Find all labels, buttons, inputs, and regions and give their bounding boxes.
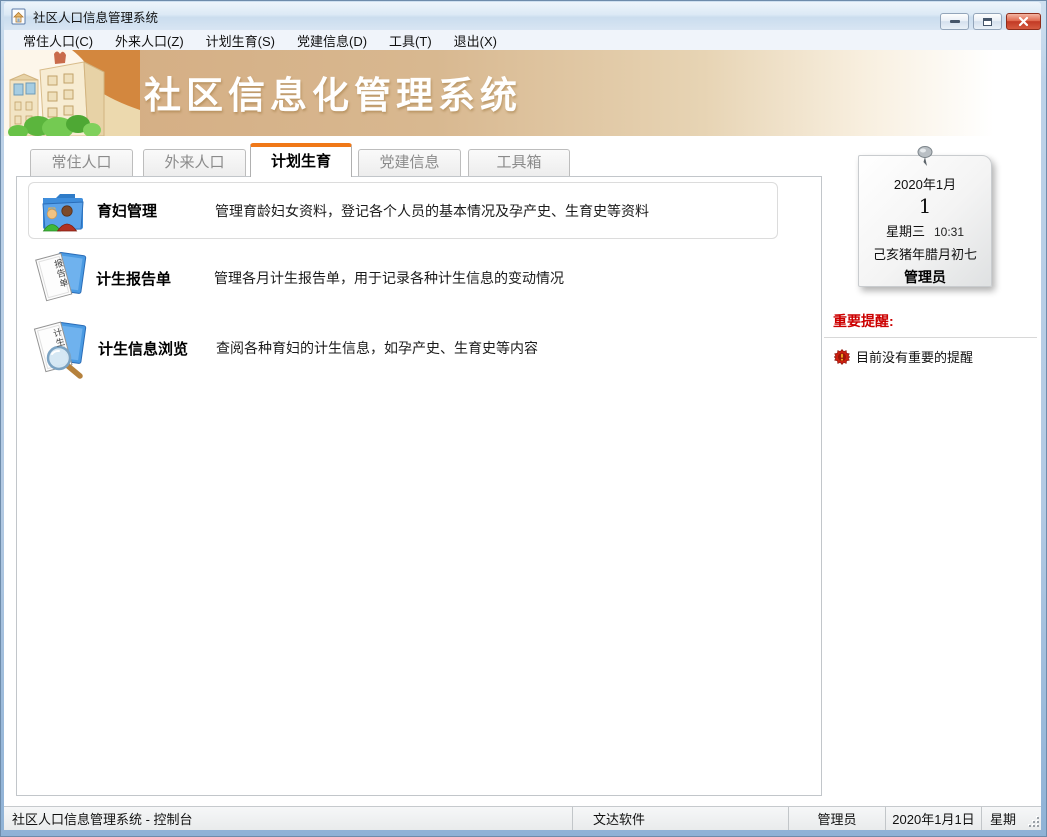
close-icon [1018, 16, 1029, 27]
status-segment-user: 管理员 [788, 807, 885, 830]
tab-resident[interactable]: 常住人口 [30, 149, 133, 176]
maximize-icon [983, 18, 992, 26]
women-folder-icon [37, 185, 89, 237]
feature-row-women-management[interactable]: 育妇管理 管理育龄妇女资料，登记各个人员的基本情况及孕产史、生育史等资料 [28, 182, 778, 239]
feature-row-report-sheets[interactable]: 报告单 计生报告单 管理各月计生报告单，用于记录各种计生信息的变动情况 [20, 247, 780, 309]
resize-grip[interactable] [1027, 815, 1039, 827]
status-segment-vendor: 文达软件 [572, 807, 788, 830]
window-title: 社区人口信息管理系统 [33, 7, 158, 26]
feature-title: 计生报告单 [96, 268, 214, 289]
status-segment-console: 社区人口信息管理系统 - 控制台 [4, 807, 572, 830]
banner: 社区信息化管理系统 [4, 50, 1041, 136]
feature-title: 计生信息浏览 [98, 338, 216, 359]
calendar-user: 管理员 [859, 267, 991, 287]
feature-description: 查阅各种育妇的计生信息，如孕产史、生育史等内容 [216, 338, 778, 358]
feature-description: 管理育龄妇女资料，登记各个人员的基本情况及孕产史、生育史等资料 [215, 201, 777, 221]
tab-party[interactable]: 党建信息 [358, 149, 461, 176]
minimize-icon [950, 20, 960, 23]
menu-item-tools[interactable]: 工具(T) [378, 31, 443, 50]
menu-item-resident[interactable]: 常住人口(C) [12, 31, 104, 50]
close-button[interactable] [1006, 13, 1041, 30]
app-window: 社区人口信息管理系统 常住人口(C) 外来人口(Z) 计划生育(S) 党建信息(… [0, 0, 1047, 837]
status-segment-date: 2020年1月1日 [885, 807, 981, 830]
report-sheet-icon: 报告单 [32, 248, 88, 308]
tab-family-planning[interactable]: 计划生育 [250, 143, 352, 177]
calendar-note: 2020年1月 1 星期三 10:31 己亥猪年腊月初七 管理员 [858, 155, 992, 287]
calendar-time: 10:31 [934, 225, 964, 239]
tab-migrant[interactable]: 外来人口 [143, 149, 246, 176]
main-panel: 育妇管理 管理育龄妇女资料，登记各个人员的基本情况及孕产史、生育史等资料 [16, 176, 822, 796]
tab-toolbox[interactable]: 工具箱 [468, 149, 570, 176]
sidebar: 2020年1月 1 星期三 10:31 己亥猪年腊月初七 管理员 重要提醒: 目前… [822, 143, 1041, 793]
menu-item-migrant[interactable]: 外来人口(Z) [104, 31, 195, 50]
feature-description: 管理各月计生报告单，用于记录各种计生信息的变动情况 [214, 268, 780, 288]
app-icon [10, 8, 27, 25]
menu-item-family-planning[interactable]: 计划生育(S) [195, 31, 286, 50]
calendar-lunar-date: 己亥猪年腊月初七 [859, 244, 991, 263]
menu-item-exit[interactable]: 退出(X) [443, 31, 508, 50]
menu-bar: 常住人口(C) 外来人口(Z) 计划生育(S) 党建信息(D) 工具(T) 退出… [4, 30, 1041, 50]
title-bar: 社区人口信息管理系统 [4, 2, 1041, 30]
calendar-weekday-time: 星期三 10:31 [859, 221, 991, 240]
status-bar: 社区人口信息管理系统 - 控制台 文达软件 管理员 2020年1月1日 星期 [4, 806, 1041, 830]
maximize-button[interactable] [973, 13, 1002, 30]
feature-title: 育妇管理 [97, 200, 215, 221]
calendar-weekday: 星期三 [886, 224, 925, 239]
reminder-message: 目前没有重要的提醒 [856, 347, 973, 366]
reminder-divider [824, 337, 1037, 338]
push-pin-icon [914, 144, 936, 168]
reminder-item: 目前没有重要的提醒 [834, 347, 973, 366]
menu-item-party[interactable]: 党建信息(D) [286, 31, 378, 50]
banner-title: 社区信息化管理系统 [144, 65, 522, 119]
minimize-button[interactable] [940, 13, 969, 30]
reminder-heading: 重要提醒: [833, 311, 894, 331]
calendar-month: 2020年1月 [859, 174, 991, 193]
client-area: 常住人口(C) 外来人口(Z) 计划生育(S) 党建信息(D) 工具(T) 退出… [4, 30, 1041, 806]
feature-row-info-browse[interactable]: 计生 计生信息浏览 查阅各种育妇的计生信息，如孕产史、生育史等内容 [18, 315, 778, 381]
calendar-day: 1 [859, 194, 991, 218]
browse-info-icon: 计生 [30, 316, 90, 380]
buildings-illustration [4, 50, 140, 136]
alert-burst-icon [834, 349, 850, 365]
